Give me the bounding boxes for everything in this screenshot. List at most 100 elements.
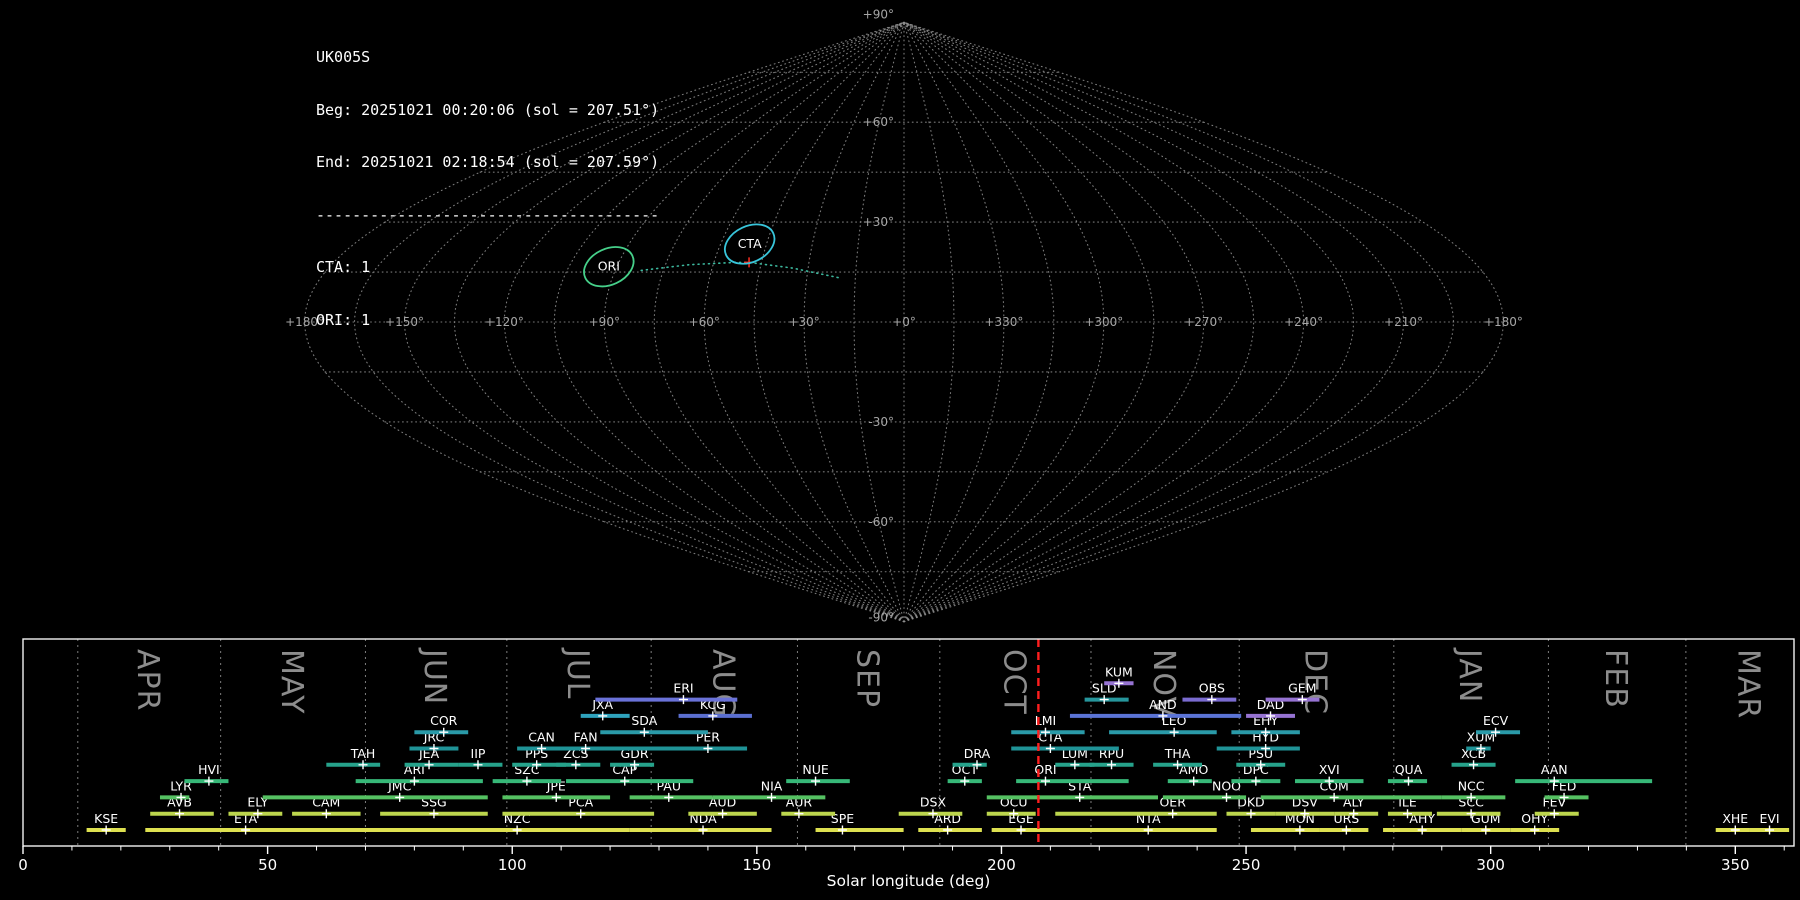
shower-label-tha: THA bbox=[1164, 746, 1191, 761]
observation-end: End: 20251021 02:18:54 (sol = 207.59°) bbox=[316, 154, 659, 172]
shower-peak-marker bbox=[425, 760, 434, 769]
station-info: UK005S Beg: 20251021 00:20:06 (sol = 207… bbox=[316, 14, 659, 364]
shower-peak-marker bbox=[1075, 793, 1084, 802]
shower-label-qua: QUA bbox=[1395, 762, 1423, 777]
shower-label-can: CAN bbox=[528, 730, 555, 745]
station-id: UK005S bbox=[316, 49, 659, 67]
x-tick-label: 350 bbox=[1721, 856, 1750, 874]
shower-peak-marker bbox=[1251, 777, 1260, 786]
count-cta: CTA: 1 bbox=[316, 259, 659, 277]
shower-peak-marker bbox=[102, 826, 111, 835]
shower-peak-marker bbox=[664, 793, 673, 802]
shower-peak-marker bbox=[513, 826, 522, 835]
shower-label-kum: KUM bbox=[1105, 664, 1133, 679]
shower-peak-marker bbox=[175, 809, 184, 818]
shower-peak-marker bbox=[1107, 760, 1116, 769]
shower-label-xvi: XVI bbox=[1319, 762, 1340, 777]
x-tick-label: 150 bbox=[743, 856, 772, 874]
shower-peak-marker bbox=[620, 777, 629, 786]
shower-peak-marker bbox=[359, 760, 368, 769]
shower-peak-marker bbox=[679, 695, 688, 704]
shower-peak-marker bbox=[1070, 760, 1079, 769]
shower-label-dsx: DSX bbox=[920, 795, 947, 810]
x-tick-label: 100 bbox=[498, 856, 527, 874]
shower-peak-marker bbox=[598, 711, 607, 720]
shower-peak-marker bbox=[1207, 695, 1216, 704]
shower-peak-marker bbox=[1731, 826, 1740, 835]
month-label-feb: FEB bbox=[1598, 649, 1633, 709]
lon-label: +240° bbox=[1284, 315, 1323, 329]
lat-label: +60° bbox=[863, 115, 894, 129]
shower-peak-marker bbox=[241, 826, 250, 835]
shower-peak-marker bbox=[1330, 793, 1339, 802]
shower-label-ecv: ECV bbox=[1483, 713, 1509, 728]
x-tick-label: 0 bbox=[18, 856, 28, 874]
x-tick-label: 50 bbox=[258, 856, 277, 874]
shower-peak-marker bbox=[703, 744, 712, 753]
observation-begin: Beg: 20251021 00:20:06 (sol = 207.51°) bbox=[316, 102, 659, 120]
shower-peak-marker bbox=[1550, 809, 1559, 818]
shower-label-hvi: HVI bbox=[198, 762, 220, 777]
month-label-mar: MAR bbox=[1731, 649, 1766, 719]
shower-peak-marker bbox=[1017, 826, 1026, 835]
month-label-apr: APR bbox=[130, 649, 165, 711]
shower-peak-marker bbox=[943, 826, 952, 835]
shower-peak-marker bbox=[571, 760, 580, 769]
figure-stage: +180°+150°+120°+90°+60°+30°+0°+330°+300°… bbox=[0, 0, 1800, 900]
x-axis-title: Solar longitude (deg) bbox=[827, 872, 991, 890]
shower-peak-marker bbox=[1222, 793, 1231, 802]
shower-peak-marker bbox=[1100, 695, 1109, 704]
shower-label-evi: EVI bbox=[1759, 811, 1779, 826]
shower-peak-marker bbox=[1404, 777, 1413, 786]
shower-peak-marker bbox=[473, 760, 482, 769]
shower-label-xhe: XHE bbox=[1722, 811, 1748, 826]
lat-label: +30° bbox=[863, 215, 894, 229]
shower-label-nue: NUE bbox=[802, 762, 828, 777]
shower-label-sda: SDA bbox=[631, 713, 657, 728]
month-label-may: MAY bbox=[274, 649, 309, 714]
shower-peak-marker bbox=[552, 793, 561, 802]
lat-label: +90° bbox=[863, 7, 894, 21]
shower-peak-marker bbox=[718, 809, 727, 818]
shower-label-fan: FAN bbox=[574, 730, 598, 745]
shower-label-ncc: NCC bbox=[1458, 778, 1485, 793]
shower-peak-marker bbox=[1469, 760, 1478, 769]
x-tick-label: 200 bbox=[987, 856, 1016, 874]
shower-label-dra: DRA bbox=[964, 746, 991, 761]
shower-peak-marker bbox=[1418, 826, 1427, 835]
shower-peak-marker bbox=[767, 793, 776, 802]
shower-label-tah: TAH bbox=[350, 746, 376, 761]
activity-chart: APRMAYJUNJULAUGSEPOCTNOVDECJANFEBMARKSEE… bbox=[18, 639, 1794, 890]
x-tick-label: 300 bbox=[1476, 856, 1505, 874]
shower-label-cor: COR bbox=[430, 713, 458, 728]
shower-peak-marker bbox=[1342, 826, 1351, 835]
shower-label-kse: KSE bbox=[94, 811, 118, 826]
shower-label-obs: OBS bbox=[1199, 681, 1225, 696]
lon-label: +300° bbox=[1084, 315, 1123, 329]
shower-peak-marker bbox=[838, 826, 847, 835]
shower-peak-marker bbox=[1041, 777, 1050, 786]
lat-label: -30° bbox=[868, 415, 894, 429]
shower-peak-marker bbox=[1295, 826, 1304, 835]
shower-peak-marker bbox=[1481, 826, 1490, 835]
lon-label: +60° bbox=[689, 315, 720, 329]
shower-label-eri: ERI bbox=[673, 681, 693, 696]
shower-peak-marker bbox=[1530, 826, 1539, 835]
lon-label: +30° bbox=[788, 315, 819, 329]
shower-peak-marker bbox=[960, 777, 969, 786]
shower-peak-marker bbox=[1246, 809, 1255, 818]
shower-peak-marker bbox=[640, 728, 649, 737]
shower-peak-marker bbox=[699, 826, 708, 835]
shower-peak-marker bbox=[1168, 809, 1177, 818]
lat-label: -60° bbox=[868, 515, 894, 529]
shower-peak-marker bbox=[322, 809, 331, 818]
shower-peak-marker bbox=[204, 777, 213, 786]
shower-label-gem: GEM bbox=[1288, 681, 1316, 696]
shower-peak-marker bbox=[1170, 728, 1179, 737]
month-label-oct: OCT bbox=[996, 649, 1031, 715]
shower-peak-marker bbox=[395, 793, 404, 802]
shower-peak-marker bbox=[794, 809, 803, 818]
shower-label-and: AND bbox=[1149, 697, 1177, 712]
month-label-jan: JAN bbox=[1452, 647, 1487, 703]
meteor-track bbox=[641, 262, 842, 278]
